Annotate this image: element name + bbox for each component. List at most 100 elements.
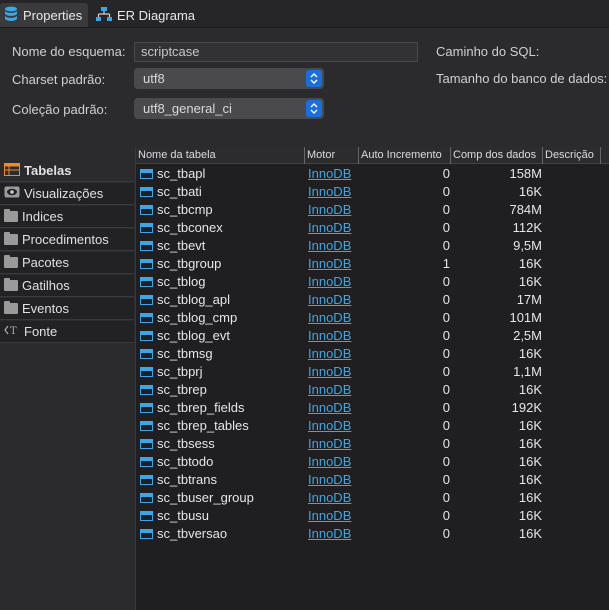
- engine-link[interactable]: InnoDB: [308, 327, 351, 345]
- table-row[interactable]: sc_tbcmp InnoDB 0 784M: [136, 201, 609, 219]
- table-icon: [140, 169, 153, 179]
- tab-properties[interactable]: Properties: [0, 3, 88, 27]
- nav-item-indices[interactable]: Indices: [0, 206, 134, 228]
- engine-link[interactable]: InnoDB: [308, 183, 351, 201]
- engine-link[interactable]: InnoDB: [308, 237, 351, 255]
- nav-item-procedimentos[interactable]: Procedimentos: [0, 229, 134, 251]
- table-row[interactable]: sc_tblog_evt InnoDB 0 2,5M: [136, 327, 609, 345]
- table-row[interactable]: sc_tbusu InnoDB 0 16K: [136, 507, 609, 525]
- nav-item-visualizacoes[interactable]: Visualizações: [0, 183, 134, 205]
- table-row[interactable]: sc_tbati InnoDB 0 16K: [136, 183, 609, 201]
- engine-link[interactable]: InnoDB: [308, 291, 351, 309]
- table-name: sc_tblog: [157, 274, 206, 289]
- table-icon: [140, 223, 153, 233]
- data-length-cell: 16K: [518, 184, 542, 199]
- engine-link[interactable]: InnoDB: [308, 381, 351, 399]
- table-row[interactable]: sc_tbconex InnoDB 0 112K: [136, 219, 609, 237]
- tab-er-diagram[interactable]: ER Diagrama: [92, 3, 202, 27]
- auto-increment-cell: 0: [442, 238, 450, 253]
- engine-link[interactable]: InnoDB: [308, 399, 351, 417]
- auto-increment-cell: 0: [442, 472, 450, 487]
- folder-icon: [4, 255, 18, 268]
- table-name-cell: sc_tbconex: [140, 219, 223, 237]
- table-name: sc_tbevt: [157, 238, 206, 253]
- nav-item-eventos[interactable]: Eventos: [0, 298, 134, 320]
- engine-link[interactable]: InnoDB: [308, 453, 351, 471]
- data-length-cell: 9,5M: [513, 238, 542, 253]
- sql-path-label: Caminho do SQL:: [436, 44, 540, 59]
- table-row[interactable]: sc_tbapl InnoDB 0 158M: [136, 165, 609, 183]
- engine-link[interactable]: InnoDB: [308, 471, 351, 489]
- table-name: sc_tbgroup: [157, 256, 222, 271]
- table-row[interactable]: sc_tbtrans InnoDB 0 16K: [136, 471, 609, 489]
- engine-link[interactable]: InnoDB: [308, 255, 351, 273]
- table-name-cell: sc_tbevt: [140, 237, 205, 255]
- table-row[interactable]: sc_tbsess InnoDB 0 16K: [136, 435, 609, 453]
- table-row[interactable]: sc_tbuser_group InnoDB 0 16K: [136, 489, 609, 507]
- table-icon: [140, 187, 153, 197]
- table-row[interactable]: sc_tbtodo InnoDB 0 16K: [136, 453, 609, 471]
- table-icon: [140, 367, 153, 377]
- column-header-name[interactable]: Nome da tabela: [136, 147, 305, 164]
- engine-link[interactable]: InnoDB: [308, 417, 351, 435]
- engine-link[interactable]: InnoDB: [308, 525, 351, 543]
- table-row[interactable]: sc_tbmsg InnoDB 0 16K: [136, 345, 609, 363]
- engine-link[interactable]: InnoDB: [308, 219, 351, 237]
- table-row[interactable]: sc_tbprj InnoDB 0 1,1M: [136, 363, 609, 381]
- table-name: sc_tbsess: [157, 436, 215, 451]
- table-name-cell: sc_tbmsg: [140, 345, 213, 363]
- table-icon: [140, 241, 153, 251]
- auto-increment-cell: 0: [442, 292, 450, 307]
- table-icon: [140, 511, 153, 521]
- table-name: sc_tbrep_fields: [157, 400, 245, 415]
- nav-item-label: Eventos: [22, 301, 69, 316]
- table-name: sc_tbati: [157, 184, 202, 199]
- table-name: sc_tblog_evt: [157, 328, 230, 343]
- schema-name-field[interactable]: scriptcase: [134, 42, 418, 62]
- nav-item-pacotes[interactable]: Pacotes: [0, 252, 134, 274]
- table-row[interactable]: sc_tblog_cmp InnoDB 0 101M: [136, 309, 609, 327]
- table-name-cell: sc_tbversao: [140, 525, 227, 543]
- column-header-data-length[interactable]: Comp dos dados: [451, 147, 543, 164]
- table-icon: [140, 205, 153, 215]
- engine-link[interactable]: InnoDB: [308, 165, 351, 183]
- engine-link[interactable]: InnoDB: [308, 201, 351, 219]
- engine-link[interactable]: InnoDB: [308, 345, 351, 363]
- engine-link[interactable]: InnoDB: [308, 273, 351, 291]
- auto-increment-cell: 0: [442, 400, 450, 415]
- charset-select[interactable]: utf8: [134, 68, 324, 89]
- table-icon: [140, 295, 153, 305]
- table-row[interactable]: sc_tbversao InnoDB 0 16K: [136, 525, 609, 543]
- nav-item-label: Pacotes: [22, 255, 69, 270]
- table-row[interactable]: sc_tblog InnoDB 0 16K: [136, 273, 609, 291]
- table-name: sc_tblog_apl: [157, 292, 230, 307]
- engine-link[interactable]: InnoDB: [308, 507, 351, 525]
- table-name-cell: sc_tbsess: [140, 435, 215, 453]
- engine-link[interactable]: InnoDB: [308, 309, 351, 327]
- column-header-description[interactable]: Descrição: [543, 147, 601, 164]
- nav-item-tabelas[interactable]: Tabelas: [0, 160, 134, 182]
- column-header-auto-increment[interactable]: Auto Incremento: [359, 147, 451, 164]
- table-icon: [140, 385, 153, 395]
- table-row[interactable]: sc_tbrep_tables InnoDB 0 16K: [136, 417, 609, 435]
- table-row[interactable]: sc_tbevt InnoDB 0 9,5M: [136, 237, 609, 255]
- auto-increment-cell: 0: [442, 220, 450, 235]
- table-row[interactable]: sc_tbrep InnoDB 0 16K: [136, 381, 609, 399]
- data-length-cell: 17M: [516, 292, 542, 307]
- collation-select[interactable]: utf8_general_ci: [134, 98, 324, 119]
- data-length-cell: 784M: [509, 202, 542, 217]
- engine-link[interactable]: InnoDB: [308, 489, 351, 507]
- engine-link[interactable]: InnoDB: [308, 435, 351, 453]
- table-name: sc_tbconex: [157, 220, 223, 235]
- nav-item-gatilhos[interactable]: Gatilhos: [0, 275, 134, 297]
- table-row[interactable]: sc_tbrep_fields InnoDB 0 192K: [136, 399, 609, 417]
- collation-label: Coleção padrão:: [12, 102, 108, 117]
- nav-item-fonte[interactable]: T Fonte: [0, 321, 134, 343]
- chevron-updown-icon: [306, 70, 322, 87]
- data-length-cell: 16K: [518, 436, 542, 451]
- table-row[interactable]: sc_tbgroup InnoDB 1 16K: [136, 255, 609, 273]
- table-row[interactable]: sc_tblog_apl InnoDB 0 17M: [136, 291, 609, 309]
- table-header: Nome da tabela Motor Auto Incremento Com…: [136, 147, 609, 164]
- column-header-engine[interactable]: Motor: [305, 147, 359, 164]
- engine-link[interactable]: InnoDB: [308, 363, 351, 381]
